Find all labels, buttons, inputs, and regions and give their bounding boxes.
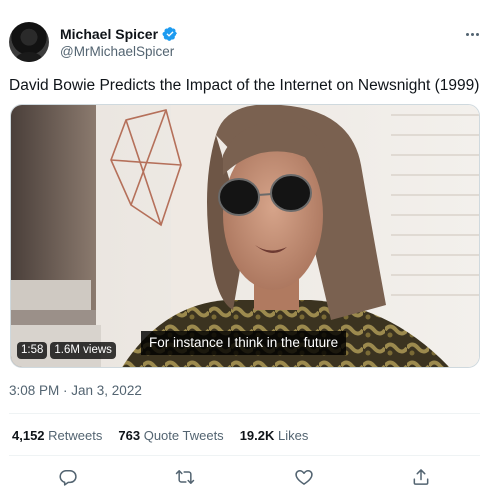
author-name-row: Michael Spicer xyxy=(60,26,178,42)
video-subtitle: For instance I think in the future xyxy=(141,331,347,355)
like-icon xyxy=(295,470,313,485)
tweet-stats: 4,152 Retweets 763 Quote Tweets 19.2K Li… xyxy=(12,428,308,443)
more-dot-icon xyxy=(465,32,469,36)
retweets-stat[interactable]: 4,152 Retweets xyxy=(12,428,102,443)
more-dot-icon xyxy=(475,32,479,36)
video-badges: 1:58 1.6M views xyxy=(17,342,116,359)
share-icon xyxy=(413,469,429,485)
reply-button[interactable] xyxy=(57,466,79,488)
tweet-text: David Bowie Predicts the Impact of the I… xyxy=(9,77,480,94)
retweets-count: 4,152 xyxy=(12,428,45,443)
tweet-card: Michael Spicer @MrMichaelSpicer David Bo… xyxy=(0,0,495,498)
divider xyxy=(9,413,480,414)
likes-stat[interactable]: 19.2K Likes xyxy=(240,428,309,443)
video-duration-badge: 1:58 xyxy=(17,342,48,359)
retweets-label: Retweets xyxy=(48,428,103,443)
like-button[interactable] xyxy=(293,466,315,488)
share-button[interactable] xyxy=(410,466,432,488)
video-player[interactable] xyxy=(10,104,480,368)
more-options-button[interactable] xyxy=(460,26,484,42)
divider xyxy=(9,455,480,456)
likes-label: Likes xyxy=(278,428,309,443)
quote-tweets-label: Quote Tweets xyxy=(143,428,224,443)
retweet-button[interactable] xyxy=(174,466,196,488)
quote-tweets-count: 763 xyxy=(118,428,141,443)
quote-tweets-stat[interactable]: 763 Quote Tweets xyxy=(118,428,223,443)
more-dot-icon xyxy=(470,32,474,36)
video-frame xyxy=(11,105,479,367)
verified-badge-icon xyxy=(162,26,178,42)
tweet-timestamp[interactable]: 3:08 PM · Jan 3, 2022 xyxy=(9,383,142,398)
likes-count: 19.2K xyxy=(239,428,275,443)
tweet-actions xyxy=(0,462,495,492)
reply-icon xyxy=(59,470,77,486)
author-handle[interactable]: @MrMichaelSpicer xyxy=(60,44,174,59)
avatar[interactable] xyxy=(9,22,49,62)
video-views-badge: 1.6M views xyxy=(50,342,116,359)
retweet-icon xyxy=(175,470,195,484)
author-display-name[interactable]: Michael Spicer xyxy=(60,26,158,42)
